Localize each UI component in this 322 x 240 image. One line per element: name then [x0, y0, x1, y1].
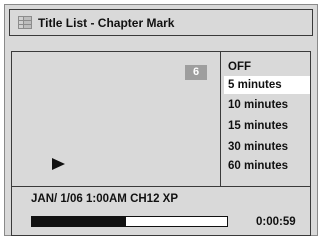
recording-info: JAN/ 1/06 1:00AM CH12 XP	[31, 193, 179, 205]
window-title: Title List - Chapter Mark	[38, 16, 175, 30]
menu-item-10-minutes[interactable]: 10 minutes	[224, 96, 310, 114]
chapter-number-badge: 6	[185, 65, 207, 80]
progress-fill	[32, 217, 126, 226]
menu-item-15-minutes[interactable]: 15 minutes	[224, 117, 310, 135]
elapsed-time: 0:00:59	[256, 216, 296, 228]
play-icon	[52, 158, 65, 170]
title-bar: Title List - Chapter Mark	[9, 9, 313, 36]
menu-item-30-minutes[interactable]: 30 minutes	[224, 138, 310, 156]
progress-bar	[31, 216, 228, 227]
menu-item-off[interactable]: OFF	[224, 58, 310, 76]
info-divider	[12, 186, 310, 187]
menu-divider	[220, 52, 221, 186]
title-list-icon	[18, 16, 32, 29]
menu-item-60-minutes[interactable]: 60 minutes	[224, 157, 310, 175]
menu-item-5-minutes[interactable]: 5 minutes	[224, 76, 310, 94]
